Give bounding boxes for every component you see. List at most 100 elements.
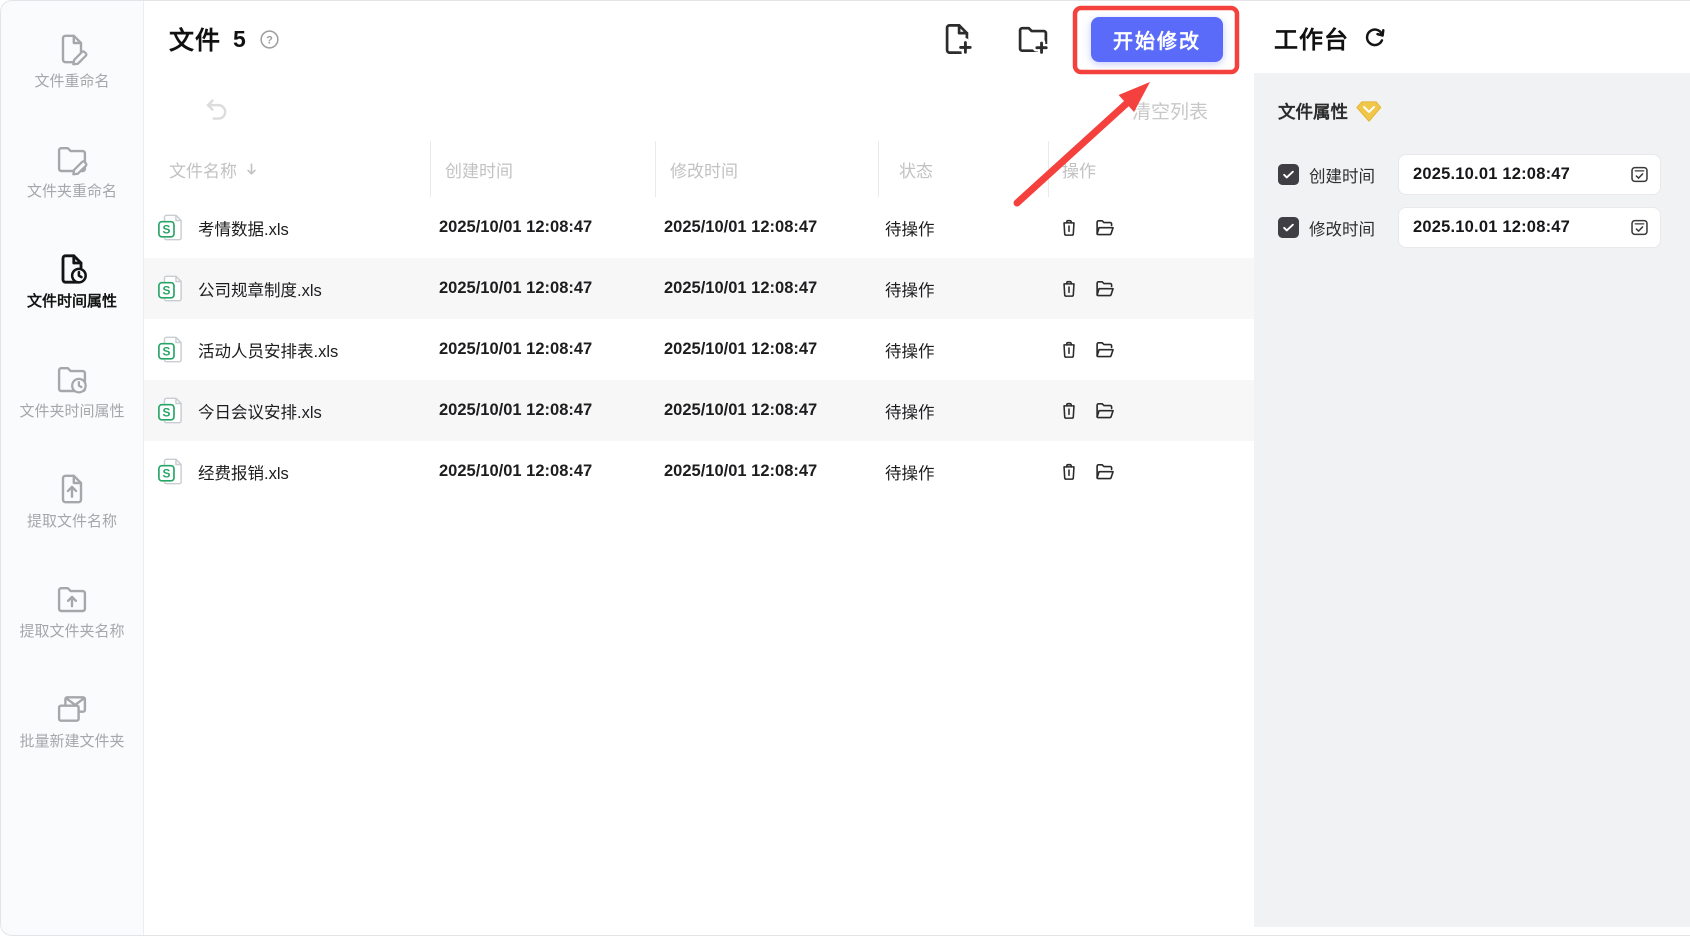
open-folder-button[interactable] — [1093, 460, 1116, 483]
add-folder-button[interactable] — [1015, 21, 1051, 57]
workbench-title: 工作台 — [1274, 26, 1349, 54]
batch-new-folder-icon — [57, 696, 87, 722]
delete-row-button[interactable] — [1058, 278, 1080, 300]
sidebar-item-file-rename[interactable]: 文件重命名 — [1, 31, 143, 97]
open-folder-icon — [1096, 280, 1114, 297]
status-cell: 待操作 — [885, 403, 935, 422]
created-time-cell: 2025/10/01 12:08:47 — [439, 340, 593, 358]
delete-row-button[interactable] — [1058, 400, 1080, 422]
sort-desc-icon — [247, 162, 256, 175]
status-cell: 待操作 — [885, 342, 935, 361]
sidebar-item-label: 提取文件名称 — [26, 513, 117, 530]
file-name-cell: S 考情数据.xls — [144, 212, 430, 243]
sidebar-item-folder-rename[interactable]: 文件夹重命名 — [1, 141, 143, 207]
operations-cell — [1048, 399, 1254, 422]
modified-time-cell: 2025/10/01 12:08:47 — [664, 218, 818, 236]
calendar-check-icon[interactable] — [1628, 163, 1651, 186]
svg-text:S: S — [162, 467, 170, 481]
refresh-icon[interactable] — [1361, 24, 1388, 51]
add-folder-icon — [1018, 26, 1051, 57]
open-folder-button[interactable] — [1093, 216, 1116, 239]
main-panel: 文件 5 ? 开始修改 清空列表 文件名称 创建时间 修改时间 状态 操作 S … — [144, 1, 1254, 935]
open-folder-button[interactable] — [1093, 338, 1116, 361]
file-name-text: 活动人员安排表.xls — [198, 342, 339, 361]
column-header-modified: 修改时间 — [655, 141, 878, 197]
workbench-body: 文件属性 创建时间 2025.10.01 12:08:47 修改时间 2025.… — [1254, 73, 1690, 927]
svg-text:S: S — [162, 223, 170, 237]
modified-time-cell: 2025/10/01 12:08:47 — [664, 401, 818, 419]
file-name-cell: S 公司规章制度.xls — [144, 273, 430, 304]
section-title-file-attributes: 文件属性 — [1278, 102, 1348, 122]
open-folder-button[interactable] — [1093, 277, 1116, 300]
status-cell: 待操作 — [885, 464, 935, 483]
main-header: 文件 5 ? 开始修改 — [169, 15, 1223, 63]
excel-file-icon: S — [158, 214, 182, 241]
sidebar-item-label: 文件重命名 — [34, 73, 110, 90]
trash-icon — [1063, 341, 1075, 358]
workbench-panel: 工作台 文件属性 创建时间 2025.10.01 12:08:47 修改时间 2… — [1254, 1, 1690, 935]
table-row: S 考情数据.xls 2025/10/01 12:08:47 2025/10/0… — [144, 197, 1254, 258]
delete-row-button[interactable] — [1058, 339, 1080, 361]
vip-badge-icon — [1356, 101, 1382, 122]
modified-time-cell: 2025/10/01 12:08:47 — [664, 279, 818, 297]
modified-time-field-row: 修改时间 2025.10.01 12:08:47 — [1278, 207, 1690, 248]
sidebar-item-folder-time[interactable]: 文件夹时间属性 — [1, 361, 143, 427]
created-time-checkbox[interactable] — [1278, 164, 1299, 185]
clear-list-button[interactable]: 清空列表 — [1132, 97, 1208, 124]
created-time-cell: 2025/10/01 12:08:47 — [439, 462, 593, 480]
column-header-status: 状态 — [878, 141, 1048, 197]
sidebar-item-batch-new-folder[interactable]: 批量新建文件夹 — [1, 691, 143, 757]
help-icon[interactable]: ? — [258, 28, 281, 51]
created-time-input[interactable]: 2025.10.01 12:08:47 — [1398, 154, 1661, 195]
start-modify-button[interactable]: 开始修改 — [1091, 16, 1223, 62]
sidebar-item-extract-folder-name[interactable]: 提取文件夹名称 — [1, 581, 143, 647]
file-count: 5 — [233, 25, 246, 52]
add-file-button[interactable] — [939, 21, 975, 57]
operations-cell — [1048, 216, 1254, 239]
delete-row-button[interactable] — [1058, 461, 1080, 483]
check-icon — [1283, 223, 1294, 232]
created-time-value: 2025.10.01 12:08:47 — [1413, 165, 1571, 183]
file-name-text: 考情数据.xls — [198, 220, 289, 239]
undo-button[interactable] — [201, 93, 232, 127]
open-folder-icon — [1096, 219, 1114, 236]
modified-time-checkbox[interactable] — [1278, 217, 1299, 238]
file-name-cell: S 活动人员安排表.xls — [144, 334, 430, 365]
operations-cell — [1048, 460, 1254, 483]
modified-time-input[interactable]: 2025.10.01 12:08:47 — [1398, 207, 1661, 248]
operations-cell — [1048, 277, 1254, 300]
open-folder-button[interactable] — [1093, 399, 1116, 422]
open-folder-icon — [1096, 402, 1114, 419]
extract-file-name-icon — [61, 474, 83, 504]
svg-text:S: S — [162, 345, 170, 359]
sidebar-item-label: 文件夹时间属性 — [19, 403, 125, 420]
file-time-icon — [61, 254, 87, 284]
column-header-created: 创建时间 — [430, 141, 655, 197]
table-row: S 今日会议安排.xls 2025/10/01 12:08:47 2025/10… — [144, 380, 1254, 441]
created-time-field-row: 创建时间 2025.10.01 12:08:47 — [1278, 154, 1690, 195]
folder-time-icon — [57, 367, 87, 394]
sidebar-item-label: 文件时间属性 — [26, 293, 117, 310]
file-name-text: 公司规章制度.xls — [198, 281, 322, 300]
check-icon — [1283, 170, 1294, 179]
excel-file-icon: S — [158, 275, 182, 302]
trash-icon — [1063, 280, 1075, 297]
calendar-check-icon[interactable] — [1628, 216, 1651, 239]
svg-text:?: ? — [266, 34, 273, 46]
add-file-icon — [945, 24, 975, 57]
folder-rename-icon — [57, 147, 88, 176]
column-header-file-name[interactable]: 文件名称 — [144, 141, 430, 197]
undo-icon — [206, 99, 227, 120]
excel-file-icon: S — [158, 458, 182, 485]
delete-row-button[interactable] — [1058, 217, 1080, 239]
trash-icon — [1063, 219, 1075, 236]
operations-cell — [1048, 338, 1254, 361]
created-time-cell: 2025/10/01 12:08:47 — [439, 218, 593, 236]
trash-icon — [1063, 463, 1075, 480]
table-row: S 经费报销.xls 2025/10/01 12:08:47 2025/10/0… — [144, 441, 1254, 502]
page-title: 文件 — [169, 27, 222, 55]
sidebar-item-extract-file-name[interactable]: 提取文件名称 — [1, 471, 143, 537]
sidebar-item-file-time[interactable]: 文件时间属性 — [1, 251, 143, 317]
extract-folder-name-icon — [57, 587, 87, 613]
svg-text:S: S — [162, 284, 170, 298]
